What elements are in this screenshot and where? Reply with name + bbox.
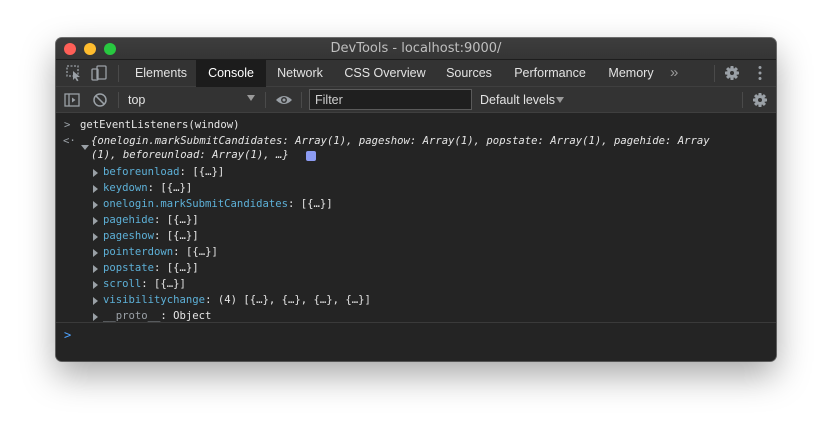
property-text: __proto__: Object — [103, 310, 211, 322]
tab-performance[interactable]: Performance — [502, 60, 598, 87]
property-key: pointerdown — [103, 246, 174, 258]
title-bar: DevTools - localhost:9000/ — [56, 38, 776, 60]
filter-input[interactable] — [309, 89, 472, 110]
property-colon: : — [287, 198, 301, 210]
expand-triangle-icon[interactable] — [93, 169, 98, 177]
toolbar-divider — [301, 92, 302, 108]
toolbar-divider — [714, 65, 715, 82]
panel-tab-bar: Elements Console Network CSS Overview So… — [56, 60, 776, 87]
property-colon: : — [154, 262, 167, 274]
property-text: keydown: [{…}] — [103, 182, 192, 194]
property-colon: : — [173, 246, 186, 258]
expand-triangle-icon[interactable] — [93, 281, 98, 289]
chevron-down-icon[interactable] — [247, 95, 255, 101]
property-text: pageshow: [{…}] — [103, 230, 199, 242]
sidebar-toggle-icon[interactable] — [62, 91, 82, 109]
tab-elements[interactable]: Elements — [126, 60, 196, 87]
property-text: pagehide: [{…}] — [103, 214, 199, 226]
property-value: [{…}] — [300, 198, 333, 210]
chevron-down-icon[interactable] — [556, 97, 564, 103]
property-value: [{…}] — [185, 246, 218, 258]
property-key: visibilitychange — [103, 294, 206, 306]
eye-icon[interactable] — [274, 91, 294, 109]
expand-triangle-icon[interactable] — [93, 297, 98, 305]
property-key: popstate — [103, 262, 155, 274]
property-value: [{…}] — [166, 214, 199, 226]
property-text: scroll: [{…}] — [103, 278, 186, 290]
tab-console[interactable]: Console — [196, 60, 266, 87]
expand-triangle-icon[interactable] — [93, 185, 98, 193]
property-value: (4) [{…}, {…}, {…}, {…}] — [217, 294, 371, 306]
property-text: visibilitychange: (4) [{…}, {…}, {…}, {…… — [103, 294, 371, 306]
property-colon: : — [160, 310, 174, 322]
expand-triangle-icon[interactable] — [93, 249, 98, 257]
toolbar-divider — [118, 65, 119, 82]
result-summary[interactable]: {onelogin.markSubmitCandidates: Array(1)… — [91, 135, 710, 147]
toolbar-divider — [265, 92, 266, 108]
property-value: Object — [173, 310, 212, 322]
expand-triangle-icon[interactable] — [93, 233, 98, 241]
property-value: [{…}] — [166, 262, 199, 274]
property-colon: : — [147, 182, 161, 194]
toolbar-divider — [742, 92, 743, 108]
toolbar-divider — [118, 92, 119, 108]
property-colon: : — [141, 278, 155, 290]
property-key: pagehide — [103, 214, 155, 226]
property-text: onelogin.markSubmitCandidates: [{…}] — [103, 198, 333, 210]
window-title: DevTools - localhost:9000/ — [330, 41, 502, 56]
property-key: scroll — [103, 278, 142, 290]
tab-sources[interactable]: Sources — [436, 60, 502, 87]
result-summary-continued[interactable]: (1), beforeunload: Array(1), …} — [91, 149, 289, 161]
property-value: [{…}] — [154, 278, 186, 290]
property-value: [{…}] — [166, 230, 199, 242]
property-value: [{…}] — [160, 182, 193, 194]
property-text: beforeunload: [{…}] — [103, 166, 224, 178]
device-toggle-icon[interactable] — [89, 64, 109, 82]
property-text: popstate: [{…}] — [103, 262, 199, 274]
property-key: __proto__ — [103, 310, 161, 322]
expand-triangle-icon[interactable] — [81, 145, 89, 150]
property-key: pageshow — [103, 230, 155, 242]
property-colon: : — [205, 294, 218, 306]
expand-triangle-icon[interactable] — [93, 313, 98, 321]
settings-gear-icon[interactable] — [722, 64, 742, 82]
kebab-menu-icon[interactable] — [750, 64, 770, 82]
tab-memory[interactable]: Memory — [598, 60, 664, 87]
expand-triangle-icon[interactable] — [93, 201, 98, 209]
info-badge-icon — [306, 151, 316, 161]
expand-triangle-icon[interactable] — [93, 265, 98, 273]
console-settings-gear-icon[interactable] — [750, 91, 770, 109]
property-colon: : — [179, 166, 193, 178]
devtools-window: DevTools - localhost:9000/ Elements Cons… — [56, 38, 776, 361]
expand-triangle-icon[interactable] — [93, 217, 98, 225]
clear-console-icon[interactable] — [90, 91, 110, 109]
console-toolbar: top Default levels — [56, 87, 776, 113]
more-tabs-icon[interactable]: » — [670, 64, 678, 81]
context-selector[interactable]: top — [128, 93, 145, 107]
property-value: [{…}] — [192, 166, 225, 178]
property-key: beforeunload — [103, 166, 180, 178]
property-colon: : — [154, 230, 167, 242]
input-chevron-icon: > — [64, 119, 71, 131]
inspect-icon[interactable] — [64, 64, 84, 82]
property-key: keydown — [103, 182, 148, 194]
command-text[interactable]: getEventListeners(window) — [80, 119, 239, 131]
tab-css-overview[interactable]: CSS Overview — [334, 60, 436, 87]
log-levels-dropdown[interactable]: Default levels — [480, 93, 555, 107]
prompt-divider — [56, 322, 776, 323]
return-arrow-icon: <· — [63, 135, 76, 147]
property-text: pointerdown: [{…}] — [103, 246, 218, 258]
prompt-chevron-icon[interactable]: > — [64, 328, 71, 342]
property-colon: : — [154, 214, 167, 226]
property-key: onelogin.markSubmitCandidates — [103, 198, 288, 210]
tab-network[interactable]: Network — [266, 60, 334, 87]
console-output[interactable]: > getEventListeners(window) <· {onelogin… — [56, 113, 776, 361]
